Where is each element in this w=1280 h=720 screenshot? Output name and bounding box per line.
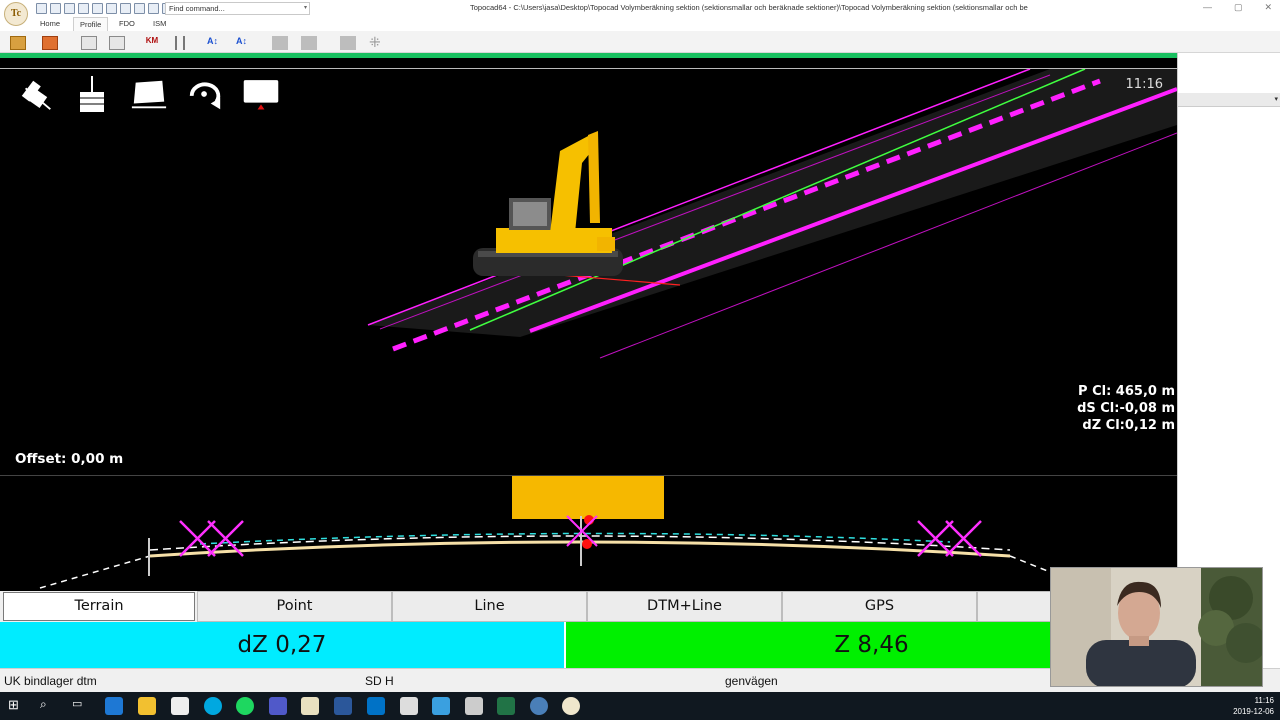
recorder-icon[interactable] <box>530 697 548 715</box>
ribbon-toolbar: KM A↕ A↕ ⁜ <box>0 31 1280 53</box>
taskbar-clock[interactable]: 11:16 2019-12-06 <box>1233 695 1274 717</box>
viewport-separator <box>0 68 1177 69</box>
teams-icon[interactable] <box>269 697 287 715</box>
pattern-icon[interactable]: ⁜ <box>369 35 385 50</box>
task-view-icon[interactable]: ▭ <box>72 697 90 715</box>
profile-view-icon[interactable] <box>81 36 97 50</box>
mode-gps-button[interactable]: GPS <box>782 591 977 622</box>
mode-dtm-line-button[interactable]: DTM+Line <box>587 591 782 622</box>
window-controls: — ▢ ✕ <box>1203 2 1272 13</box>
p-cl-readout: P Cl: 465,0 m <box>1078 384 1175 399</box>
status-road: genvägen <box>725 674 778 688</box>
centerline-readouts: P Cl: 465,0 m dS Cl:-0,08 m dZ Cl:0,12 m <box>1077 383 1175 434</box>
road-centerline <box>392 78 1101 352</box>
print-icon[interactable] <box>78 3 89 14</box>
chevron-down-icon[interactable]: ▾ <box>304 4 307 11</box>
mode-buttons: Terrain Point Line DTM+Line GPS <box>0 591 1177 622</box>
tab-ism[interactable]: ISM <box>153 19 166 28</box>
machine-3d-view[interactable]: 11:16 Offset: 0,00 m P Cl: 465,0 m dS Cl… <box>0 53 1177 475</box>
title-bar: Tc Find command... ▾ Topocad64 - C:\User… <box>0 0 1280 26</box>
tab-fdo[interactable]: FDO <box>119 19 135 28</box>
minimize-icon[interactable]: — <box>1203 2 1212 13</box>
view-clock: 11:16 <box>1125 77 1163 92</box>
monitor-icon[interactable] <box>432 697 450 715</box>
excavator-model <box>473 131 623 276</box>
windows-start-icon[interactable]: ⊞ <box>8 697 26 715</box>
rotate-view-icon[interactable] <box>186 75 224 113</box>
status-strip <box>0 53 1177 58</box>
status-layer: UK bindlager dtm <box>4 674 97 688</box>
section-view-icon[interactable] <box>109 36 125 50</box>
bucket-icon[interactable] <box>74 75 112 113</box>
forward-icon[interactable] <box>120 3 131 14</box>
layer-icon[interactable] <box>272 36 288 50</box>
edge-icon[interactable] <box>105 697 123 715</box>
topocad-icon[interactable] <box>301 697 319 715</box>
maximize-icon[interactable]: ▢ <box>1234 2 1243 13</box>
explorer-icon[interactable] <box>138 697 156 715</box>
mode-terrain-button[interactable]: Terrain <box>3 592 195 621</box>
topocad2-icon[interactable] <box>562 697 580 715</box>
save-icon[interactable] <box>64 3 75 14</box>
grid-icon[interactable] <box>148 3 159 14</box>
folder-open-icon[interactable] <box>42 36 58 50</box>
dz-cl-readout: dZ Cl:0,12 m <box>1082 418 1175 433</box>
ruler-icon[interactable] <box>175 36 185 50</box>
window-title: Topocad64 - C:\Users\jasa\Desktop\Topoca… <box>470 3 1028 12</box>
redo-icon[interactable] <box>106 3 117 14</box>
excel-icon[interactable] <box>497 697 515 715</box>
bucket-profile <box>512 476 664 519</box>
undo-icon[interactable] <box>92 3 103 14</box>
slope-left <box>39 555 151 589</box>
tab-profile[interactable]: Profile <box>73 17 109 31</box>
presenter-video <box>1051 568 1262 686</box>
open-file-icon[interactable] <box>50 3 61 14</box>
offset-readout: Offset: 0,00 m <box>15 451 124 467</box>
cross-section-view[interactable] <box>0 475 1177 591</box>
text-up-icon[interactable]: A↕ <box>207 36 223 50</box>
surface-icon[interactable] <box>130 75 168 113</box>
ribbon-tabs: Home Profile FDO ISM <box>0 17 1280 31</box>
tool-icon[interactable] <box>465 697 483 715</box>
skype-icon[interactable] <box>204 697 222 715</box>
layer3-icon[interactable] <box>340 36 356 50</box>
road-edge-left-inner <box>379 74 1051 330</box>
view-toolbar <box>18 75 280 113</box>
mode-point-button[interactable]: Point <box>197 591 392 622</box>
webcam-overlay <box>1050 567 1263 687</box>
find-command-input[interactable]: Find command... ▾ <box>165 2 310 15</box>
spotify-icon[interactable] <box>236 697 254 715</box>
dz-value-bar: dZ 0,27 <box>0 622 564 668</box>
excavator-icon[interactable] <box>18 75 56 113</box>
word-icon[interactable] <box>334 697 352 715</box>
close-icon[interactable]: ✕ <box>1264 2 1272 13</box>
slope-right <box>1009 555 1051 573</box>
app-logo[interactable]: Tc <box>4 2 28 26</box>
3d-scene <box>367 68 1177 359</box>
taskbar: ⊞ ⌕ ▭ 11:16 2019-12-06 <box>0 692 1280 720</box>
new-file-icon[interactable] <box>36 3 47 14</box>
quick-access-toolbar <box>36 3 173 14</box>
mode-line-button[interactable]: Line <box>392 591 587 622</box>
chevron-down-icon[interactable]: ▾ <box>1274 95 1278 103</box>
road-edge-right <box>529 87 1177 333</box>
tab-home[interactable]: Home <box>40 19 60 28</box>
ds-cl-readout: dS Cl:-0,08 m <box>1077 401 1175 416</box>
status-mode: SD H <box>365 674 394 688</box>
folder-icon[interactable] <box>10 36 26 50</box>
text-down-icon[interactable]: A↕ <box>236 36 252 50</box>
mail-icon[interactable] <box>171 697 189 715</box>
outlook-icon[interactable] <box>367 697 385 715</box>
side-panel-header[interactable]: ▾ <box>1178 93 1280 107</box>
search-icon[interactable]: ⌕ <box>40 697 58 715</box>
truck-view-icon[interactable] <box>242 75 280 113</box>
app-icon[interactable] <box>400 697 418 715</box>
layer2-icon[interactable] <box>301 36 317 50</box>
km-icon[interactable]: KM <box>144 36 160 50</box>
window-icon[interactable] <box>134 3 145 14</box>
cross-section-drawing <box>39 476 1051 589</box>
